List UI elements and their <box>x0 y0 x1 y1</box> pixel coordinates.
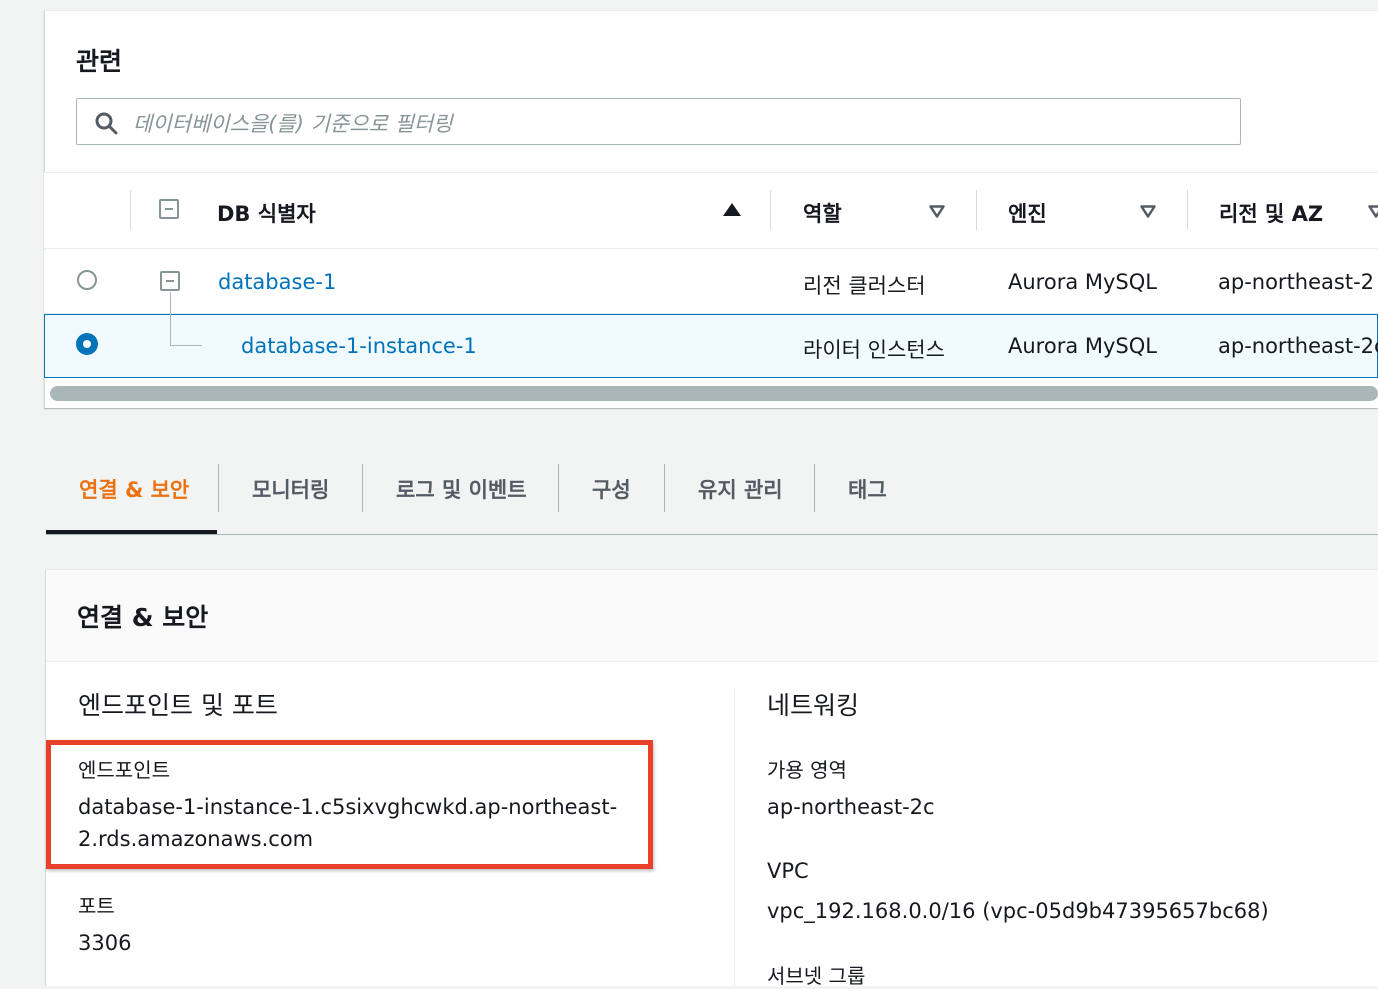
related-title: 관련 <box>76 42 122 78</box>
column-divider <box>976 190 977 230</box>
row-radio[interactable] <box>77 270 97 290</box>
sort-ascending-icon[interactable] <box>723 203 741 216</box>
row-engine: Aurora MySQL <box>1008 270 1157 294</box>
az-value: ap-northeast-2c <box>767 791 935 823</box>
column-divider <box>130 190 131 230</box>
tab-maintenance[interactable]: 유지 관리 <box>698 474 783 504</box>
column-role[interactable]: 역할 <box>803 198 842 228</box>
tab-divider <box>558 464 559 512</box>
db-identifier-link[interactable]: database-1-instance-1 <box>241 334 477 358</box>
endpoint-highlight-box <box>46 740 653 869</box>
row-radio-selected[interactable] <box>76 333 98 355</box>
tab-tags[interactable]: 태그 <box>848 474 887 504</box>
tab-monitoring[interactable]: 모니터링 <box>252 474 329 504</box>
tab-configuration[interactable]: 구성 <box>592 474 631 504</box>
search-placeholder: 데이터베이스을(를) 기준으로 필터링 <box>133 108 453 138</box>
column-db-identifier[interactable]: DB 식별자 <box>217 198 316 228</box>
port-value: 3306 <box>78 927 131 959</box>
column-divider <box>770 190 771 230</box>
sort-icon[interactable] <box>1140 203 1156 222</box>
sort-icon[interactable] <box>929 203 945 222</box>
row-engine: Aurora MySQL <box>1008 334 1157 358</box>
subnet-group-label: 서브넷 그룹 <box>767 960 865 989</box>
collapse-icon[interactable] <box>160 271 180 291</box>
search-icon <box>94 111 118 139</box>
tab-divider <box>814 464 815 512</box>
details-panel-header <box>46 570 1378 662</box>
row-role: 리전 클러스터 <box>803 270 926 300</box>
tabs-baseline <box>46 534 1378 535</box>
horizontal-scrollbar[interactable] <box>50 386 1378 401</box>
tab-logs-events[interactable]: 로그 및 이벤트 <box>396 474 527 504</box>
db-identifier-link[interactable]: database-1 <box>218 270 336 294</box>
column-divider <box>734 688 735 986</box>
row-region: ap-northeast-2 <box>1218 270 1374 294</box>
tab-divider <box>218 464 219 512</box>
sort-icon[interactable] <box>1368 203 1378 222</box>
tree-line <box>170 345 202 346</box>
tree-line <box>170 292 171 346</box>
column-divider <box>1187 190 1188 230</box>
vpc-link[interactable]: vpc_192.168.0.0/16 (vpc-05d9b47395657bc6… <box>767 895 1269 927</box>
row-region: ap-northeast-2c <box>1218 334 1378 358</box>
collapse-all-icon[interactable] <box>159 199 179 219</box>
az-label: 가용 영역 <box>767 754 847 783</box>
details-title: 연결 & 보안 <box>77 598 208 634</box>
tab-divider <box>362 464 363 512</box>
tab-divider <box>664 464 665 512</box>
search-input[interactable]: 데이터베이스을(를) 기준으로 필터링 <box>76 98 1241 145</box>
row-role: 라이터 인스턴스 <box>803 334 945 364</box>
networking-section-title: 네트워킹 <box>767 686 859 722</box>
vpc-label: VPC <box>767 859 809 883</box>
column-engine[interactable]: 엔진 <box>1008 198 1047 228</box>
port-label: 포트 <box>78 890 115 919</box>
endpoint-section-title: 엔드포인트 및 포트 <box>78 686 278 722</box>
tab-connectivity-security[interactable]: 연결 & 보안 <box>79 474 189 504</box>
column-region-az[interactable]: 리전 및 AZ <box>1219 198 1323 228</box>
active-tab-indicator <box>46 530 217 534</box>
